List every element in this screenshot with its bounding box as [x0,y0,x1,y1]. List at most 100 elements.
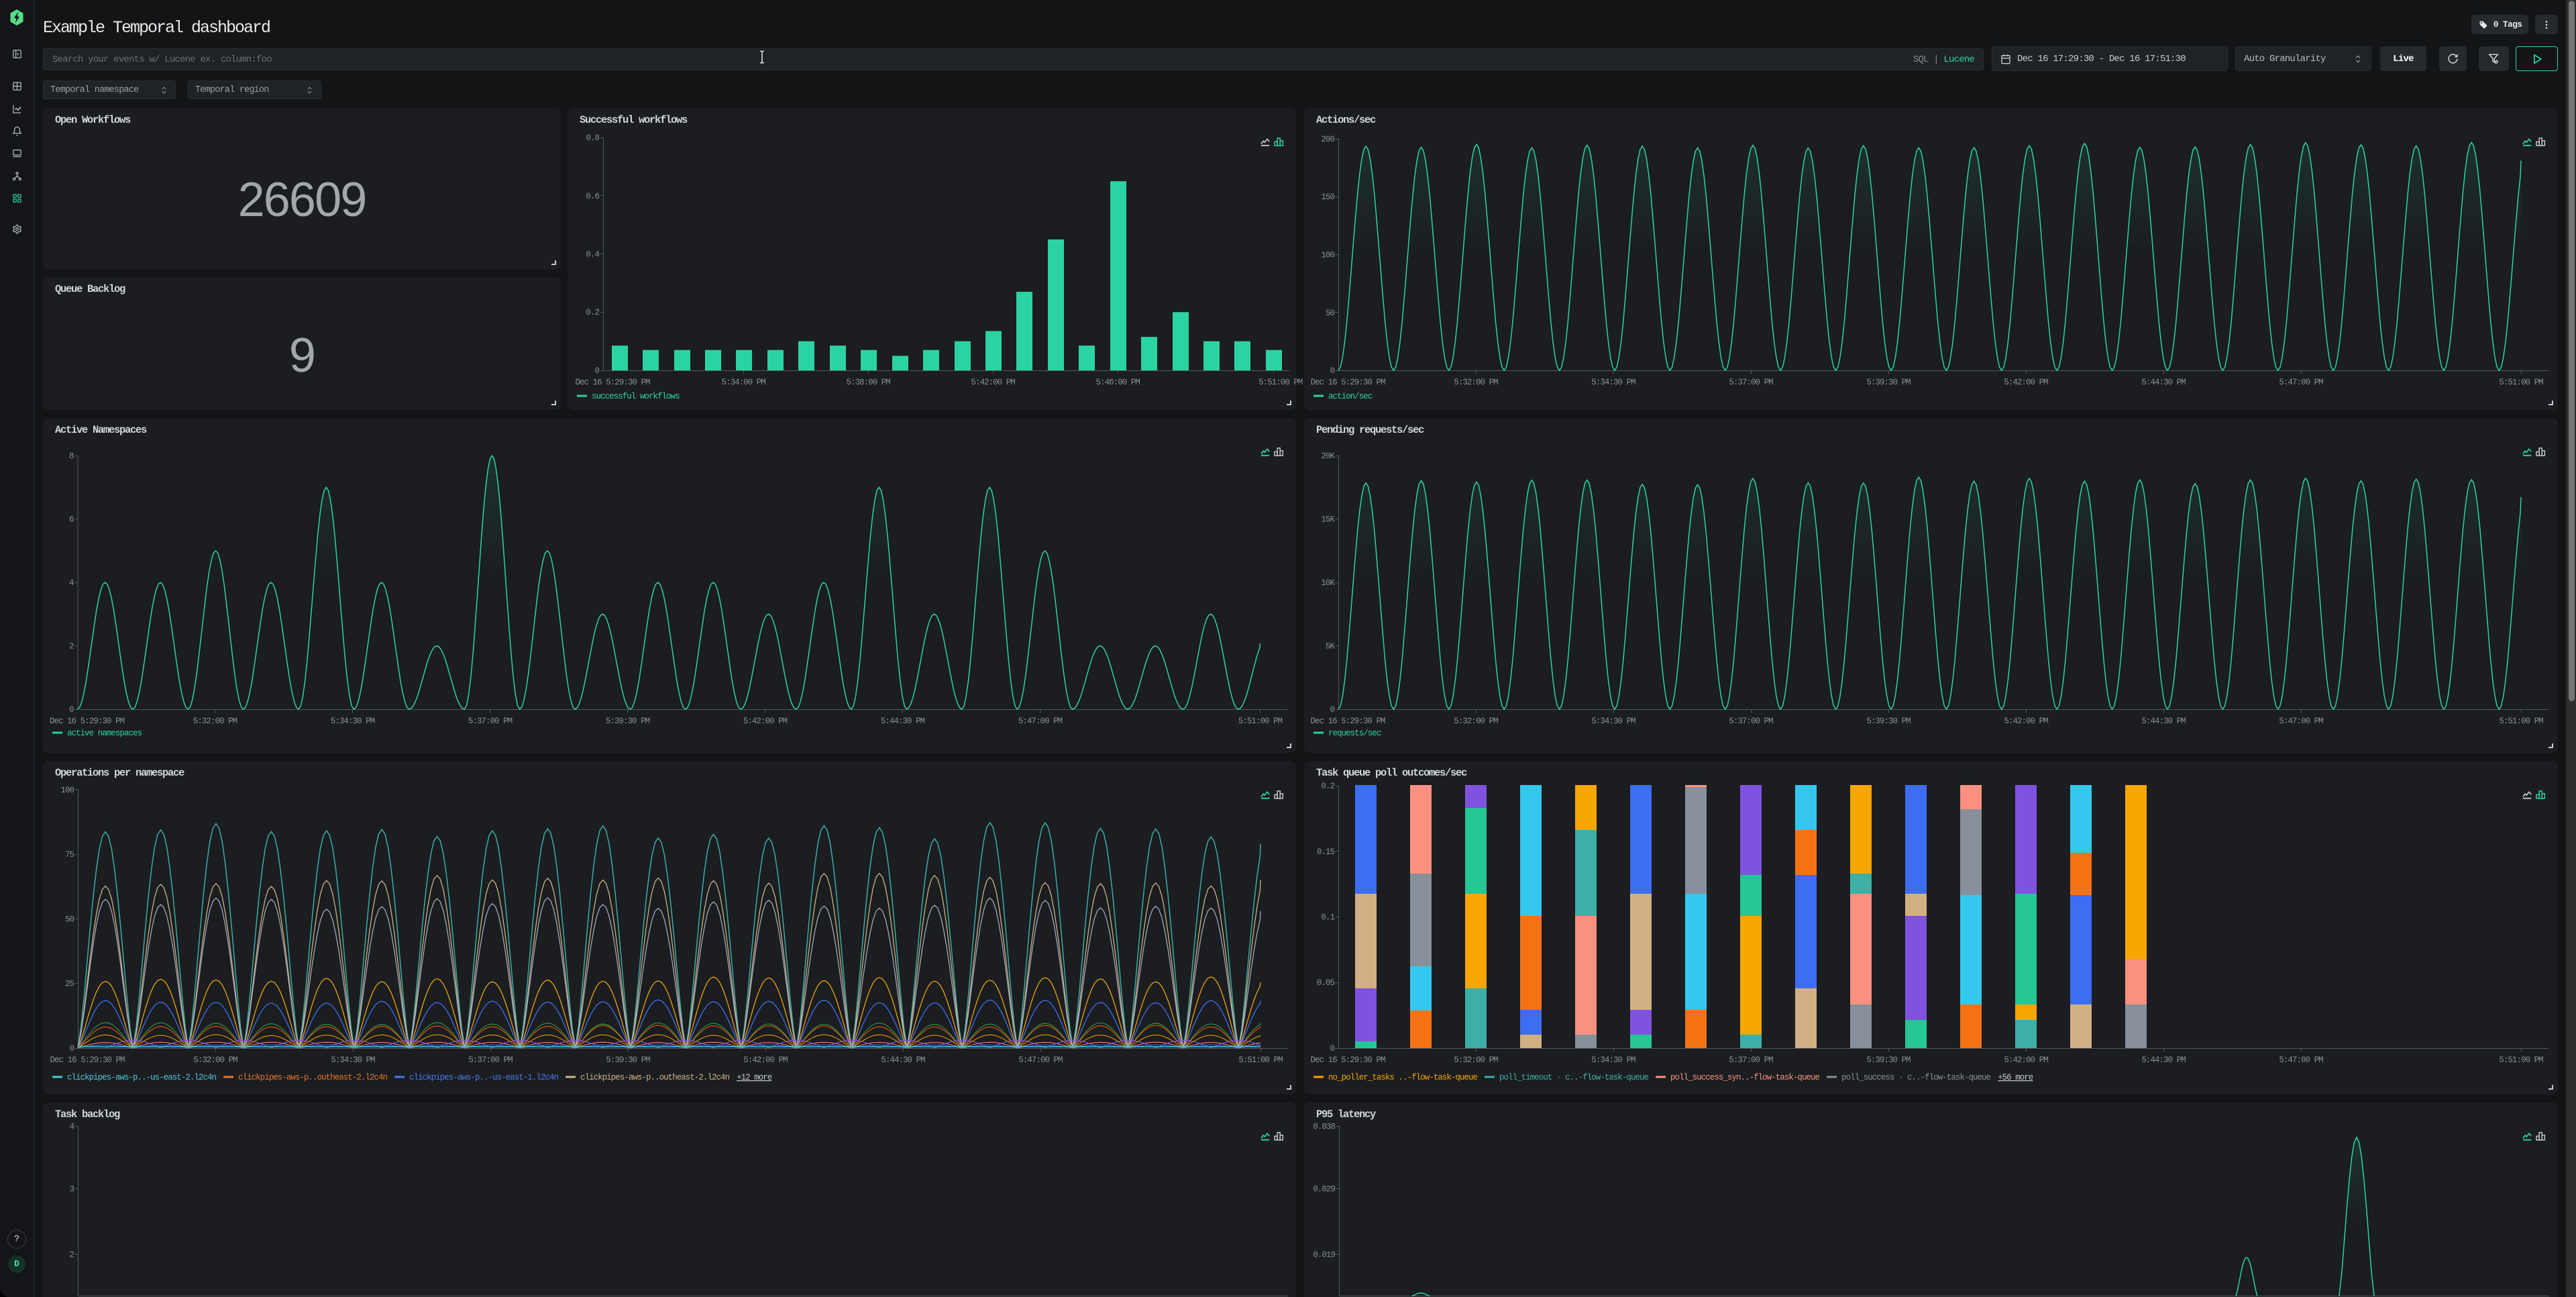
svg-text:75: 75 [65,850,74,860]
svg-text:0: 0 [69,705,74,715]
svg-text:5:44:30 PM: 5:44:30 PM [2141,717,2186,726]
svg-text:0.15: 0.15 [1317,847,1335,857]
svg-text:2: 2 [69,642,74,652]
svg-text:5:39:30 PM: 5:39:30 PM [606,1055,650,1065]
svg-text:3: 3 [69,1185,74,1194]
svg-text:Dec 16 5:29:30 PM: Dec 16 5:29:30 PM [50,717,124,726]
svg-text:50: 50 [65,915,74,924]
svg-text:5:37:00 PM: 5:37:00 PM [468,1055,513,1065]
svg-text:5:44:30 PM: 5:44:30 PM [881,717,925,726]
svg-text:5:42:00 PM: 5:42:00 PM [971,378,1016,387]
svg-text:active namespaces: active namespaces [67,729,142,738]
svg-text:action/sec: action/sec [1328,392,1373,401]
svg-text:5:34:30 PM: 5:34:30 PM [1591,717,1635,726]
svg-text:5:34:30 PM: 5:34:30 PM [331,717,375,726]
svg-text:5:34:30 PM: 5:34:30 PM [1591,1055,1635,1065]
svg-text:5:32:00 PM: 5:32:00 PM [193,1055,237,1065]
svg-text:clickpipes-aws-p..outheast-2.l: clickpipes-aws-p..outheast-2.l2c4n [580,1073,730,1082]
svg-text:5:42:00 PM: 5:42:00 PM [2004,717,2048,726]
svg-text:0: 0 [1330,1044,1334,1053]
svg-text:Dec 16 5:29:30 PM: Dec 16 5:29:30 PM [1310,1055,1385,1065]
svg-text:0: 0 [69,1044,74,1053]
svg-text:0.8: 0.8 [586,134,599,143]
svg-text:5:47:00 PM: 5:47:00 PM [2279,378,2323,387]
svg-text:50: 50 [1326,309,1335,318]
svg-text:5:38:00 PM: 5:38:00 PM [847,378,891,387]
svg-text:4: 4 [69,578,74,588]
svg-text:5:39:30 PM: 5:39:30 PM [1866,1055,1911,1065]
svg-text:0.05: 0.05 [1317,978,1335,988]
svg-text:5:42:00 PM: 5:42:00 PM [743,1055,788,1065]
svg-text:Dec 16 5:29:30 PM: Dec 16 5:29:30 PM [1310,378,1385,387]
svg-text:5:42:00 PM: 5:42:00 PM [743,717,788,726]
svg-text:5:32:00 PM: 5:32:00 PM [1454,378,1498,387]
svg-text:5:51:00 PM: 5:51:00 PM [1258,378,1303,387]
svg-text:0: 0 [1330,705,1334,715]
svg-text:successful workflows: successful workflows [592,392,680,401]
svg-text:5:51:00 PM: 5:51:00 PM [1238,717,1283,726]
svg-text:5:47:00 PM: 5:47:00 PM [2279,717,2323,726]
svg-text:2: 2 [69,1251,74,1260]
svg-text:5:32:00 PM: 5:32:00 PM [1454,1055,1498,1065]
svg-text:4: 4 [69,1123,74,1132]
svg-text:poll_success · c..-flow-task-q: poll_success · c..-flow-task-queue [1841,1073,1991,1082]
svg-text:15K: 15K [1321,515,1335,525]
svg-text:clickpipes-aws-p..-us-east-1.l: clickpipes-aws-p..-us-east-1.l2c4n [409,1073,559,1082]
svg-text:5:47:00 PM: 5:47:00 PM [1018,1055,1063,1065]
svg-text:5:34:00 PM: 5:34:00 PM [722,378,766,387]
svg-text:200: 200 [1321,135,1334,144]
svg-text:0.1: 0.1 [1321,913,1334,923]
svg-text:5:42:00 PM: 5:42:00 PM [2004,1055,2048,1065]
svg-text:5:51:00 PM: 5:51:00 PM [2499,378,2543,387]
svg-text:no_poller_tasks ..-flow-task-q: no_poller_tasks ..-flow-task-queue [1328,1073,1478,1082]
svg-text:5:37:00 PM: 5:37:00 PM [1729,717,1773,726]
svg-text:5:39:30 PM: 5:39:30 PM [606,717,650,726]
svg-text:5:32:00 PM: 5:32:00 PM [193,717,237,726]
svg-text:5:51:00 PM: 5:51:00 PM [2499,717,2543,726]
svg-text:poll_success_syn..-flow-task-q: poll_success_syn..-flow-task-queue [1670,1073,1820,1082]
svg-text:requests/sec: requests/sec [1328,729,1381,738]
svg-text:20K: 20K [1321,452,1335,461]
svg-text:0: 0 [594,366,599,376]
svg-text:5:42:00 PM: 5:42:00 PM [2004,378,2048,387]
svg-text:5K: 5K [1326,642,1336,652]
svg-text:100: 100 [60,786,74,795]
svg-text:0: 0 [1330,366,1334,376]
svg-text:Dec 16 5:29:30 PM: Dec 16 5:29:30 PM [575,378,649,387]
svg-text:25: 25 [65,980,74,989]
svg-text:5:39:30 PM: 5:39:30 PM [1866,378,1911,387]
svg-text:100: 100 [1321,251,1334,260]
svg-text:5:34:30 PM: 5:34:30 PM [1591,378,1635,387]
svg-text:0.4: 0.4 [586,250,599,260]
svg-text:5:32:00 PM: 5:32:00 PM [1454,717,1498,726]
svg-text:5:37:00 PM: 5:37:00 PM [1729,1055,1773,1065]
svg-text:clickpipes-aws-p..outheast-2.l: clickpipes-aws-p..outheast-2.l2c4n [238,1073,388,1082]
svg-text:clickpipes-aws-p..-us-east-2.l: clickpipes-aws-p..-us-east-2.l2c4n [67,1073,217,1082]
svg-text:5:34:30 PM: 5:34:30 PM [331,1055,375,1065]
svg-text:5:37:00 PM: 5:37:00 PM [468,717,513,726]
svg-text:0.6: 0.6 [586,192,599,201]
svg-text:Dec 16 5:29:30 PM: Dec 16 5:29:30 PM [50,1055,124,1065]
svg-text:5:39:30 PM: 5:39:30 PM [1866,717,1911,726]
svg-text:5:44:30 PM: 5:44:30 PM [2141,1055,2186,1065]
svg-text:8: 8 [69,452,74,461]
svg-text:10K: 10K [1321,578,1335,588]
svg-text:poll_timeout · c..-flow-task-q: poll_timeout · c..-flow-task-queue [1499,1073,1649,1082]
svg-text:0.029: 0.029 [1313,1185,1335,1194]
svg-text:+12 more: +12 more [737,1073,772,1082]
svg-text:0.038: 0.038 [1313,1123,1335,1132]
svg-text:0.019: 0.019 [1313,1251,1335,1260]
svg-text:5:44:30 PM: 5:44:30 PM [881,1055,925,1065]
svg-text:5:46:00 PM: 5:46:00 PM [1096,378,1140,387]
svg-text:5:51:00 PM: 5:51:00 PM [2499,1055,2543,1065]
svg-text:5:44:30 PM: 5:44:30 PM [2141,378,2186,387]
svg-text:5:47:00 PM: 5:47:00 PM [1018,717,1063,726]
svg-text:+56 more: +56 more [1998,1073,2033,1082]
svg-text:5:37:00 PM: 5:37:00 PM [1729,378,1773,387]
svg-text:0.2: 0.2 [586,308,599,317]
svg-text:5:47:00 PM: 5:47:00 PM [2279,1055,2323,1065]
svg-text:0.2: 0.2 [1321,782,1334,791]
svg-text:150: 150 [1321,193,1334,202]
svg-text:Dec 16 5:29:30 PM: Dec 16 5:29:30 PM [1310,717,1385,726]
svg-text:6: 6 [69,515,74,525]
